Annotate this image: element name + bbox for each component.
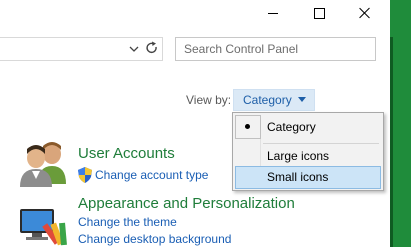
maximize-button[interactable] — [302, 0, 336, 26]
refresh-icon[interactable] — [145, 41, 159, 55]
appearance-personalization-icon[interactable] — [18, 203, 70, 247]
close-icon — [359, 7, 371, 19]
menu-item-small-icons[interactable]: Small icons — [235, 166, 381, 189]
minimize-button[interactable] — [256, 0, 290, 26]
appearance-personalization-title[interactable]: Appearance and Personalization — [78, 195, 295, 212]
close-button[interactable] — [348, 0, 382, 26]
desktop-background-strip — [390, 0, 411, 247]
change-desktop-background-link[interactable]: Change desktop background — [78, 232, 231, 246]
search-box[interactable]: Search Control Panel — [175, 37, 376, 61]
window-border — [390, 37, 393, 247]
menu-item-large-icons[interactable]: Large icons — [234, 145, 380, 166]
maximize-icon — [313, 7, 325, 19]
chevron-down-icon[interactable] — [129, 44, 139, 54]
dropdown-arrow-icon — [298, 97, 306, 102]
change-theme-link[interactable]: Change the theme — [78, 215, 177, 229]
user-accounts-title[interactable]: User Accounts — [78, 145, 175, 162]
minimize-icon — [268, 12, 278, 14]
change-account-type-link[interactable]: Change account type — [95, 168, 208, 182]
menu-separator — [263, 143, 379, 144]
user-accounts-icon[interactable] — [18, 138, 70, 188]
view-by-menu: Category Large icons Small icons — [232, 112, 384, 191]
view-by-label: View by: — [186, 93, 232, 107]
search-placeholder: Search Control Panel — [184, 42, 299, 56]
title-bar — [0, 0, 390, 30]
uac-shield-icon — [78, 167, 92, 183]
menu-item-category[interactable]: Category — [234, 116, 380, 137]
view-by-dropdown[interactable]: Category — [233, 89, 315, 111]
view-by-selected: Category — [243, 93, 292, 107]
